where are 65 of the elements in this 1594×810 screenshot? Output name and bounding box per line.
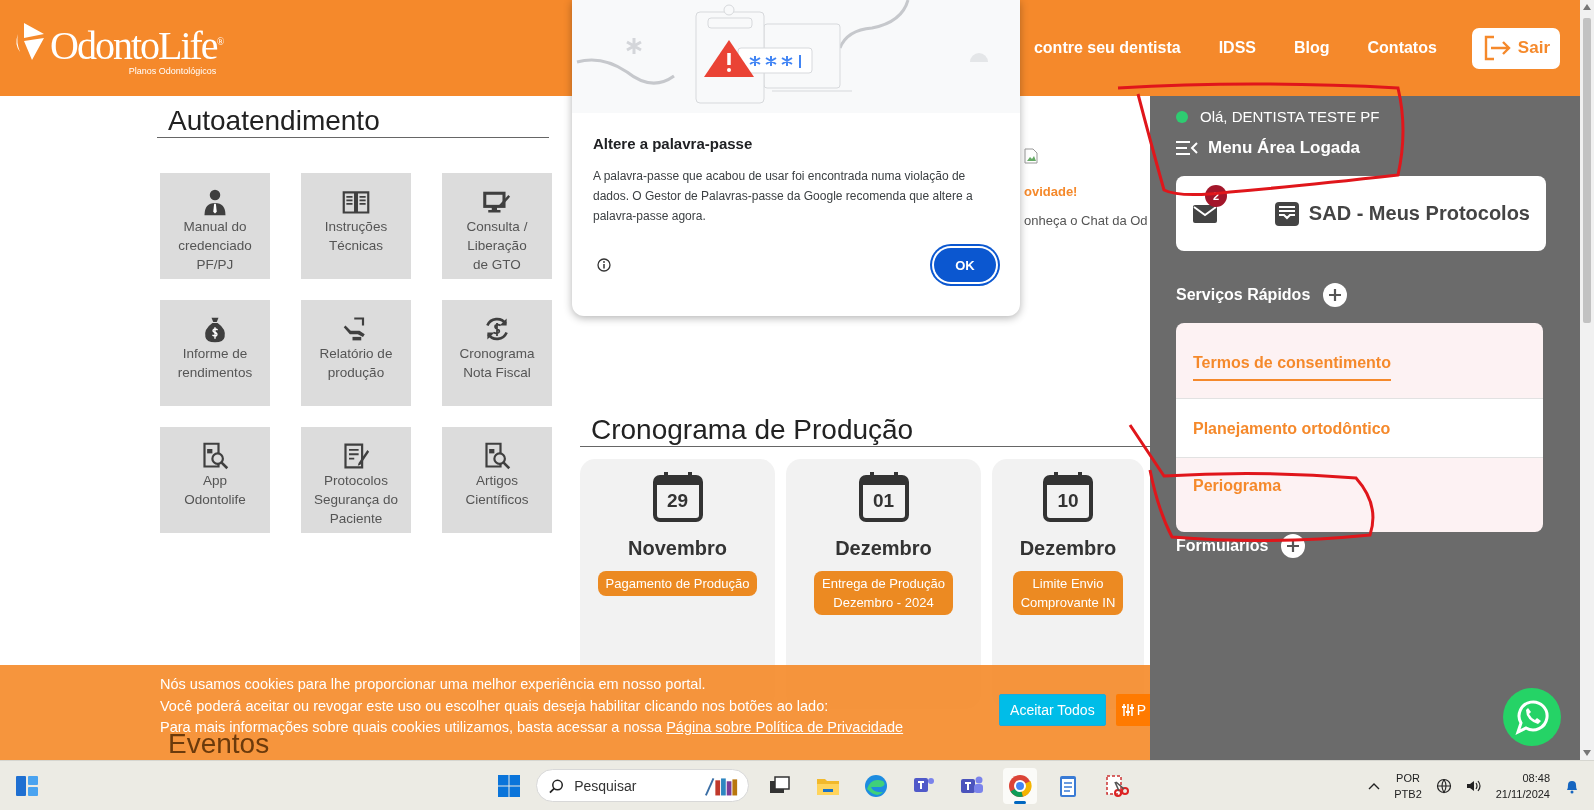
service-tile[interactable]: Cronograma Nota Fiscal [442, 300, 552, 406]
news-text: onheça o Chat da Od [1024, 213, 1149, 228]
book-icon [342, 188, 370, 216]
protocols-link[interactable]: SAD - Meus Protocolos [1274, 201, 1530, 226]
network-globe-icon[interactable] [1435, 777, 1452, 794]
inbox-icon [1274, 201, 1299, 226]
service-tile[interactable]: Informe de rendimentos [160, 300, 270, 406]
service-tile[interactable]: Instruções Técnicas [301, 173, 411, 279]
event-tag: Entrega de Produção Dezembro - 2024 [814, 571, 953, 615]
event-tag: Pagamento de Produção [597, 571, 758, 596]
keyboard-layout[interactable]: PTB2 [1394, 785, 1422, 802]
menu-title: Menu Área Logada [1208, 138, 1361, 158]
service-tile[interactable]: Manual do credenciado PF/PJ [160, 173, 270, 279]
search-icon [549, 777, 565, 794]
plus-icon[interactable] [1323, 283, 1348, 307]
calendar-icon [856, 469, 911, 523]
section-heading: Autoatendimento [157, 96, 549, 138]
scrollbar[interactable] [1580, 0, 1594, 760]
document-search-icon [483, 442, 511, 470]
calendar-icon [1041, 469, 1095, 523]
dollar-cycle-icon [483, 315, 511, 343]
logo-tagline: Planos Odontológicos [128, 66, 217, 77]
info-icon[interactable] [597, 258, 611, 272]
document-pen-icon [342, 442, 370, 470]
calendar-icon [650, 469, 705, 523]
event-month: Dezembro [835, 537, 932, 560]
cookie-text: Para mais informações sobre quais cookies utilizamos, basta acessar a nossa Página sobre Política de Privacidade [160, 718, 904, 735]
windows-start-icon[interactable] [496, 772, 522, 799]
service-tile[interactable]: Relatório de produção [301, 300, 411, 406]
sliders-icon [1121, 704, 1134, 716]
mail-icon[interactable] [1193, 204, 1217, 223]
section-title: Formulários [1176, 537, 1269, 555]
news-title: ovidade! [1024, 184, 1079, 199]
calendar-day: 10 [1041, 490, 1095, 512]
calendar-day: 29 [650, 490, 705, 512]
search-input[interactable]: Pesquisar [572, 776, 697, 795]
dialog-title: Altere a palavra-passe [593, 135, 754, 152]
language-code[interactable]: POR [1396, 769, 1420, 786]
service-tile[interactable]: App Odontolife [160, 427, 270, 533]
clock-date[interactable]: 21/11/2024 [1495, 785, 1550, 802]
plus-icon[interactable] [1281, 534, 1306, 558]
broken-image-icon [1024, 148, 1038, 164]
scroll-down-icon[interactable] [1583, 750, 1591, 756]
event-tag: Limite Envio Comprovante IN [1012, 571, 1124, 615]
greeting-text: Olá, DENTISTA TESTE PF [1200, 108, 1380, 125]
scroll-up-icon[interactable] [1583, 4, 1591, 10]
event-month: Dezembro [1019, 537, 1117, 560]
section-title: Serviços Rápidos [1176, 286, 1311, 304]
chat-bubble-icon[interactable] [1503, 688, 1561, 746]
cookie-text: Você poderá aceitar ou revogar este uso ou escolher quais deseja habilitar clicando nos botões ao lado: [160, 696, 830, 716]
chevron-up-icon[interactable] [1368, 781, 1381, 790]
event-month: Novembro [628, 537, 727, 560]
calendar-day: 01 [856, 490, 911, 512]
dialog-message: A palavra-passe que acabou de usar foi encontrada numa violação de dados. O Gestor de Palavras-passe da Google recomenda que altere a palavra-passe agora. [593, 168, 974, 225]
scrollbar-thumb[interactable] [1583, 18, 1591, 323]
chrome-icon[interactable] [1003, 767, 1037, 804]
service-tile[interactable]: Artigos Científicos [442, 427, 552, 533]
menu-icon[interactable] [1176, 140, 1198, 156]
cookie-text: Nós usamos cookies para lhe proporcionar uma melhor experiência em nosso portal. [160, 675, 707, 694]
service-tile[interactable]: Consulta / Liberação de GTO [442, 173, 552, 279]
search-bar[interactable]: Pesquisar [536, 769, 749, 802]
section-heading: Cronograma de Produção [580, 405, 1150, 447]
clock-time[interactable]: 08:48 [1522, 769, 1550, 786]
document-search-icon [201, 442, 229, 470]
service-tile[interactable]: Protocolos Segurança do Paciente [301, 427, 411, 533]
